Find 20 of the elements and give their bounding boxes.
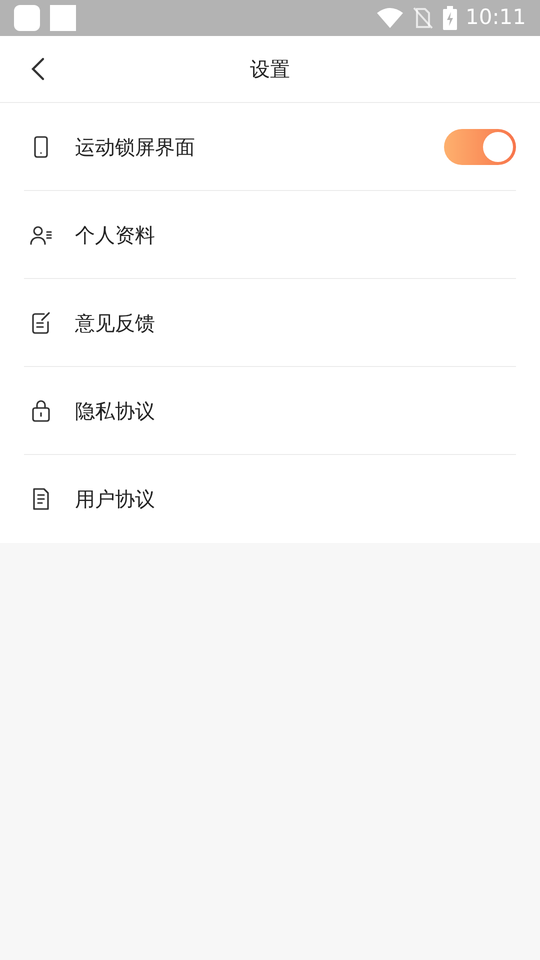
row-label: 隐私协议 — [75, 398, 156, 424]
settings-row[interactable]: 用户协议 — [24, 455, 516, 543]
back-chevron-icon — [31, 57, 45, 81]
notification-icon — [50, 5, 76, 31]
row-label: 个人资料 — [75, 222, 156, 248]
settings-row[interactable]: 意见反馈 — [24, 279, 516, 367]
toggle-switch[interactable] — [444, 128, 516, 164]
settings-row[interactable]: 隐私协议 — [24, 367, 516, 455]
row-label: 用户协议 — [75, 486, 156, 513]
wifi-icon — [377, 7, 404, 29]
settings-row[interactable]: 运动锁屏界面 — [24, 103, 516, 191]
notification-icon — [14, 5, 40, 31]
row-label: 运动锁屏界面 — [75, 134, 196, 160]
page-title: 设置 — [250, 56, 290, 83]
battery-icon — [443, 6, 458, 30]
no-sim-icon — [413, 7, 434, 29]
lock-icon — [29, 398, 53, 422]
row-label: 意见反馈 — [75, 310, 156, 336]
clock-text: 10:11 — [465, 4, 526, 32]
settings-row[interactable]: 个人资料 — [24, 191, 516, 279]
